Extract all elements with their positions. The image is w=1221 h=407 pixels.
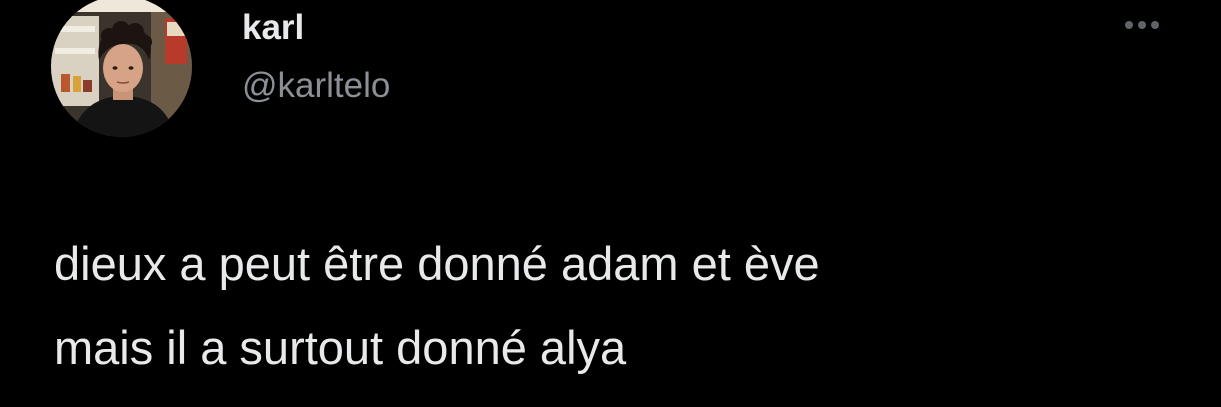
more-options-button[interactable] <box>1116 10 1168 40</box>
profile-photo <box>51 0 192 137</box>
author-handle[interactable]: @karltelo <box>242 64 390 108</box>
tweet-text-line: mais il a surtout donné alya <box>54 321 627 374</box>
more-horizontal-icon <box>1125 21 1133 29</box>
tweet-text: dieux a peut être donné adam et ève mais… <box>54 222 1184 390</box>
tweet-text-line: dieux a peut être donné adam et ève <box>54 237 820 290</box>
tweet[interactable]: karl @karltelo dieux a peut être donné a… <box>0 0 1221 407</box>
author-display-name[interactable]: karl <box>242 6 304 50</box>
avatar[interactable] <box>51 0 192 137</box>
more-horizontal-icon <box>1138 21 1146 29</box>
more-horizontal-icon <box>1151 21 1159 29</box>
